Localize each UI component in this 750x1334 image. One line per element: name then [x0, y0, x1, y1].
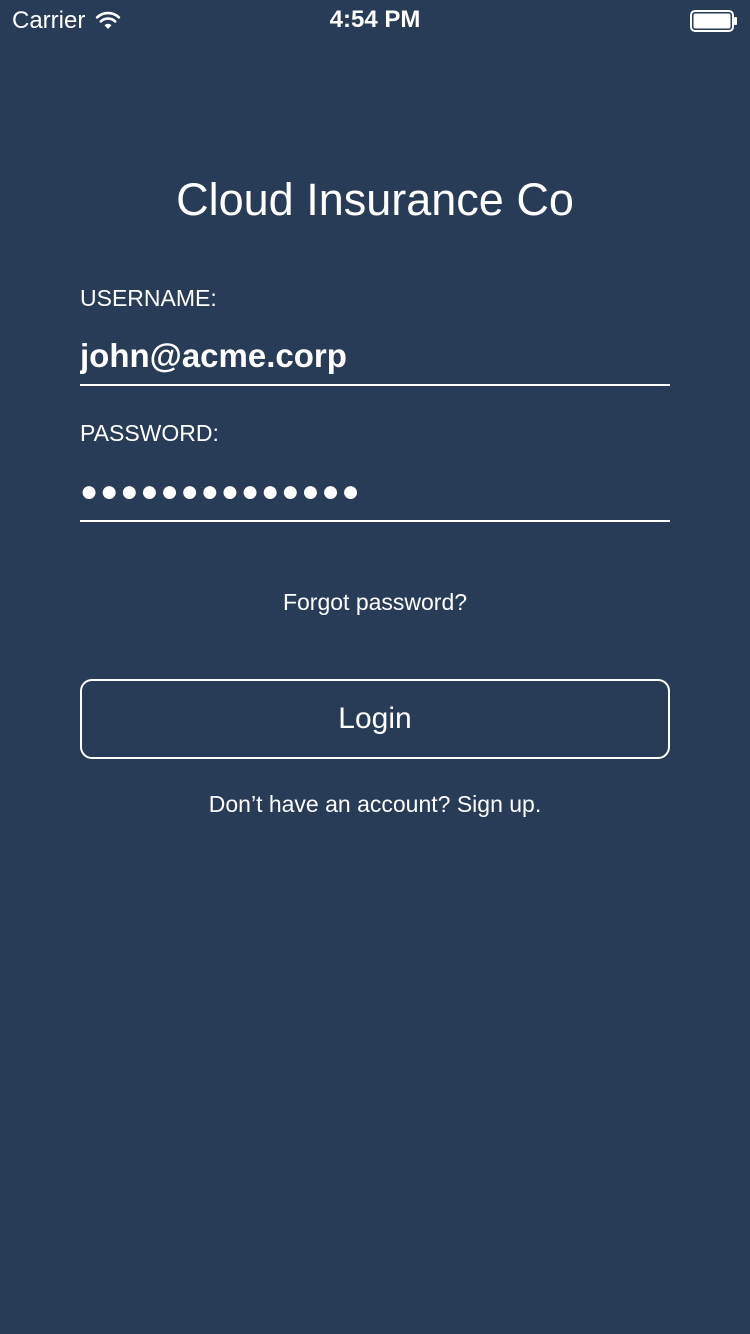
username-input[interactable]: [80, 328, 670, 386]
password-label: PASSWORD:: [80, 420, 219, 446]
signup-link[interactable]: Don’t have an account? Sign up.: [0, 790, 750, 818]
status-bar: Carrier 4:54 PM: [0, 0, 750, 40]
app-title: Cloud Insurance Co: [176, 174, 574, 226]
username-label: USERNAME:: [80, 285, 217, 311]
battery-icon: [690, 10, 737, 32]
login-button[interactable]: Login: [80, 679, 670, 759]
status-time: 4:54 PM: [329, 6, 421, 33]
forgot-password-link[interactable]: Forgot password?: [0, 588, 750, 616]
password-input[interactable]: [80, 464, 670, 522]
